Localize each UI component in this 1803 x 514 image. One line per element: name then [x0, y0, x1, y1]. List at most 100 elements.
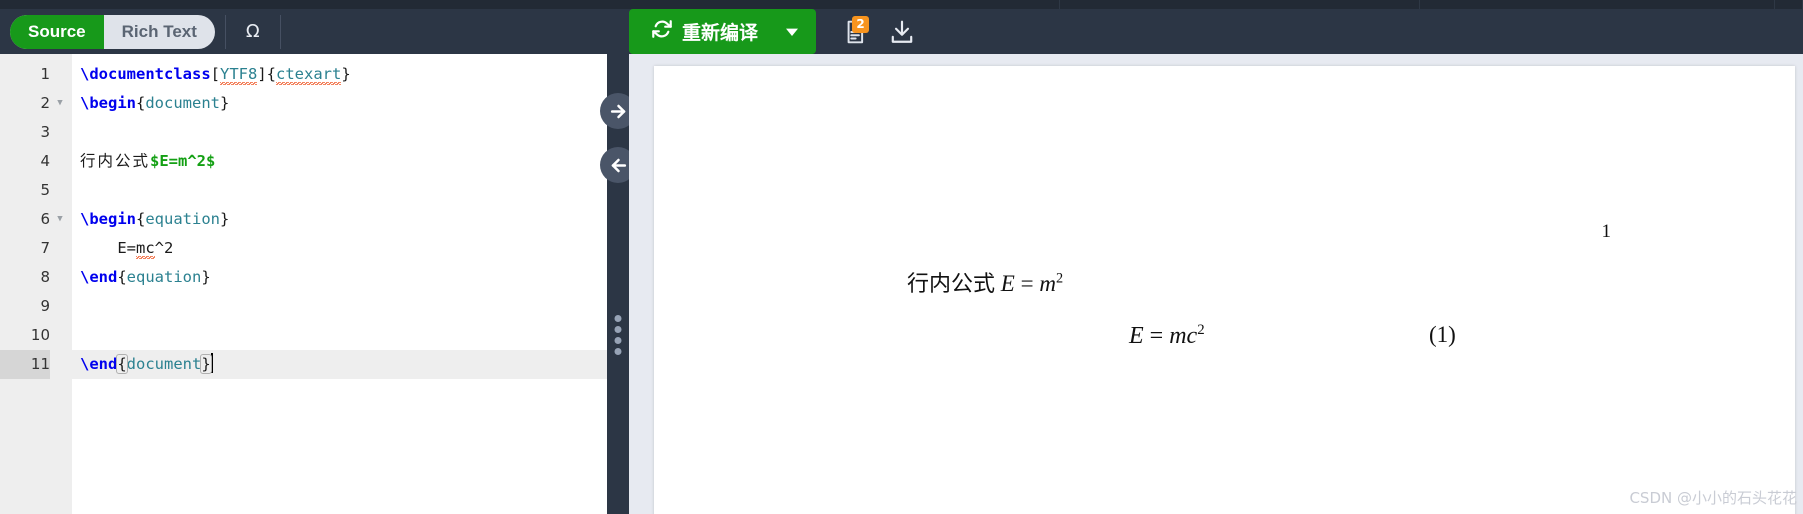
- display-math-exponent: 2: [1197, 322, 1205, 338]
- code-line[interactable]: 10: [0, 321, 607, 350]
- pdf-display-math: E = mc2: [1129, 322, 1205, 350]
- code-line[interactable]: 11 \end{document}: [0, 350, 607, 379]
- inline-math-base: m: [1039, 271, 1056, 296]
- fold-toggle-icon[interactable]: ▼: [54, 205, 66, 234]
- code-token: }: [220, 94, 230, 112]
- display-math-lhs: E: [1129, 323, 1144, 349]
- code-line-text: \documentclass[YTF8]{ctexart}: [80, 60, 351, 89]
- code-token: [: [210, 65, 220, 83]
- omega-icon[interactable]: Ω: [236, 15, 270, 49]
- code-line-text: \begin{equation}: [80, 205, 229, 234]
- line-number: 3: [40, 123, 50, 141]
- window-top-strip: [0, 0, 1803, 9]
- code-line-text: 行内公式$E=m^2$: [80, 147, 215, 176]
- code-token: \begin: [80, 210, 136, 228]
- code-token: {: [266, 65, 277, 83]
- toolbar-divider: [279, 14, 281, 49]
- display-math-operator: =: [1149, 323, 1164, 349]
- display-math-base: mc: [1169, 323, 1198, 349]
- code-line[interactable]: 6 ▼ \begin{equation}: [0, 205, 607, 234]
- document-logs-icon[interactable]: 2: [832, 9, 876, 54]
- code-token: mc: [136, 239, 155, 259]
- code-token: ctexart: [276, 65, 342, 85]
- code-token: document: [126, 355, 202, 373]
- inline-math-lhs: E: [1000, 271, 1015, 296]
- pdf-inline-formula-line: 行内公式 E = m2: [907, 266, 1063, 298]
- text-cursor: [210, 353, 213, 373]
- code-token: {: [117, 268, 127, 286]
- source-code-editor[interactable]: 1 \documentclass[YTF8]{ctexart} 2 ▼ \begin{d…: [0, 54, 607, 514]
- top-strip-segment: [1060, 0, 1420, 9]
- fold-toggle-icon[interactable]: ▼: [54, 89, 66, 118]
- code-lines[interactable]: 1 \documentclass[YTF8]{ctexart} 2 ▼ \begin{d…: [0, 54, 607, 379]
- code-line-text: \end{equation}: [80, 263, 211, 292]
- code-token: {: [116, 354, 128, 374]
- code-line-text: E=mc^2: [80, 234, 173, 263]
- pdf-inline-text: 行内公式: [907, 272, 996, 297]
- tab-source[interactable]: Source: [10, 14, 104, 49]
- code-token: \begin: [80, 94, 136, 112]
- inline-math-operator: =: [1020, 271, 1034, 296]
- code-token: }: [200, 354, 212, 374]
- code-token: }: [341, 65, 351, 83]
- recompile-button[interactable]: 重新编译: [629, 9, 776, 54]
- code-line[interactable]: 7 E=mc^2: [0, 234, 607, 263]
- line-number: 11: [0, 350, 50, 379]
- editor-pane: Source Rich Text Ω 1 \documentclass[YTF8]…: [0, 9, 607, 514]
- code-line[interactable]: 3: [0, 118, 607, 147]
- code-token: YTF8: [220, 65, 258, 85]
- editor-toolbar: Source Rich Text Ω: [0, 9, 607, 54]
- code-token: equation: [145, 210, 220, 228]
- pdf-page: 1 行内公式 E = m2 E = mc2 (1): [654, 66, 1795, 514]
- line-number: 1: [40, 65, 50, 83]
- inline-math-exponent: 2: [1055, 270, 1064, 287]
- pdf-preview-pane: 重新编译 2 1 行内公式 E = m2 E = mc2 (1) CSDN @小…: [629, 9, 1803, 514]
- pdf-inline-math: E = m2: [1000, 270, 1064, 296]
- pdf-page-content: 1 行内公式 E = m2 E = mc2 (1): [654, 66, 1795, 514]
- compile-group: 重新编译: [629, 9, 817, 54]
- code-token: document: [145, 94, 220, 112]
- code-line[interactable]: 8 \end{equation}: [0, 263, 607, 292]
- line-number: 2: [40, 94, 50, 112]
- refresh-icon: [651, 18, 673, 45]
- code-line[interactable]: 2 ▼ \begin{document}: [0, 89, 607, 118]
- code-token: }: [220, 210, 230, 228]
- code-line[interactable]: 1 \documentclass[YTF8]{ctexart}: [0, 60, 607, 89]
- editor-mode-toggle[interactable]: Source Rich Text: [10, 14, 215, 49]
- recompile-label: 重新编译: [682, 22, 759, 44]
- code-token: }: [201, 268, 211, 286]
- code-token: E=: [80, 239, 136, 257]
- code-token: {: [136, 210, 146, 228]
- code-token: equation: [126, 268, 202, 286]
- drag-handle-icon[interactable]: [614, 315, 622, 355]
- toolbar-divider: [224, 14, 226, 49]
- pdf-equation-tag: (1): [1429, 322, 1456, 347]
- pdf-page-number: 1: [1601, 221, 1612, 242]
- line-number: 9: [40, 297, 50, 315]
- top-strip-segment: [0, 0, 1060, 9]
- code-token: 行内公式: [80, 152, 151, 170]
- pane-splitter[interactable]: [600, 9, 636, 514]
- code-line[interactable]: 4 行内公式$E=m^2$: [0, 147, 607, 176]
- code-line[interactable]: 9: [0, 292, 607, 321]
- line-number: 6: [40, 210, 50, 228]
- code-token: ]: [257, 65, 267, 83]
- line-number: 4: [40, 152, 50, 170]
- download-icon[interactable]: [880, 9, 924, 54]
- line-number: 10: [30, 326, 50, 344]
- code-line[interactable]: 5: [0, 176, 607, 205]
- code-line-text: \end{document}: [80, 350, 213, 379]
- code-token: $E=m^2$: [150, 152, 216, 170]
- code-token: ^2: [154, 239, 174, 257]
- code-token: \end: [80, 268, 118, 286]
- top-strip-segment: [1420, 0, 1775, 9]
- chevron-down-icon[interactable]: [776, 9, 816, 54]
- code-token: \end: [80, 355, 118, 373]
- code-line-text: \begin{document}: [80, 89, 229, 118]
- code-token: \documentclass: [80, 65, 211, 83]
- pdf-toolbar: 重新编译 2: [629, 9, 1803, 54]
- tab-rich-text[interactable]: Rich Text: [104, 15, 215, 49]
- line-number: 8: [40, 268, 50, 286]
- pdf-viewport[interactable]: 1 行内公式 E = m2 E = mc2 (1): [629, 54, 1803, 514]
- line-number: 5: [40, 181, 50, 199]
